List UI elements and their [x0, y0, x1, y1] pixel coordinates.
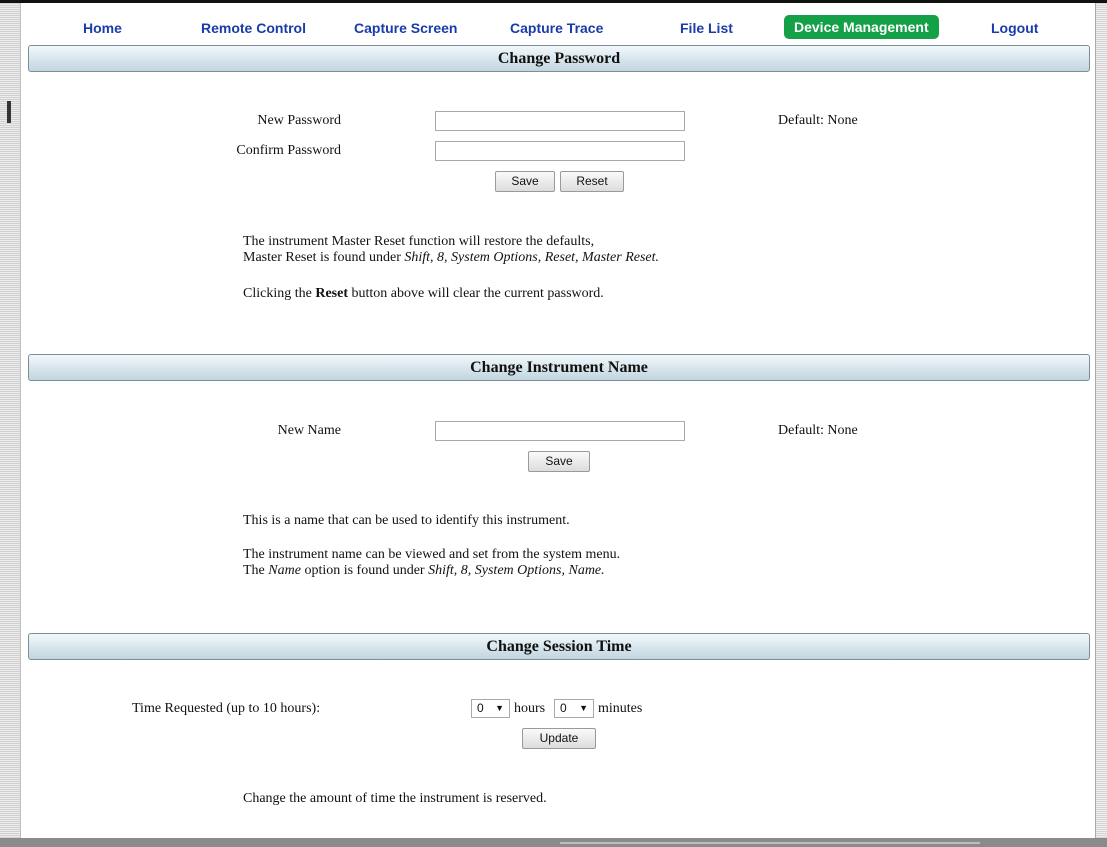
- name-default-text: Default: None: [778, 423, 858, 438]
- session-time-info: Change the amount of time the instrument…: [243, 791, 547, 806]
- new-name-label: New Name: [277, 423, 341, 438]
- update-session-button[interactable]: Update: [522, 728, 596, 749]
- instrument-name-info: The instrument name can be viewed and se…: [243, 547, 620, 579]
- chevron-down-icon: ▼: [495, 703, 504, 713]
- confirm-password-input[interactable]: [435, 141, 685, 161]
- minutes-select[interactable]: 0 ▼: [554, 699, 594, 718]
- hours-select-value: 0: [477, 701, 484, 715]
- master-reset-info-line1: The instrument Master Reset function wil…: [243, 234, 595, 249]
- nav-capture-screen[interactable]: Capture Screen: [354, 16, 457, 40]
- password-reset-button[interactable]: Reset: [560, 171, 624, 192]
- master-reset-prefix: Master Reset is found under: [243, 250, 405, 265]
- change-password-header: Change Password: [28, 45, 1090, 72]
- minutes-select-value: 0: [560, 701, 567, 715]
- reset-button-info: Clicking the Reset button above will cle…: [243, 286, 604, 302]
- nav-home[interactable]: Home: [83, 16, 122, 40]
- name-info-mid: option is found under: [300, 563, 429, 578]
- confirm-password-label: Confirm Password: [236, 143, 341, 158]
- vertical-scrollbar[interactable]: [1095, 3, 1107, 847]
- reset-info-bold: Reset: [315, 286, 348, 301]
- reset-info-prefix: Clicking the: [243, 286, 316, 301]
- hours-unit-label: hours: [514, 701, 546, 716]
- new-password-label: New Password: [257, 113, 341, 128]
- nav-file-list[interactable]: File List: [680, 16, 733, 40]
- name-menu-path: Shift, 8, System Options, Name.: [428, 563, 605, 578]
- reset-info-suffix: button above will clear the current pass…: [347, 286, 604, 301]
- minutes-unit-label: minutes: [598, 701, 643, 716]
- master-reset-menu-path: Shift, 8, System Options, Reset, Master …: [404, 250, 660, 265]
- name-info-prefix: The: [243, 563, 269, 578]
- master-reset-info: The instrument Master Reset function wil…: [243, 234, 659, 266]
- password-default-text: Default: None: [778, 113, 858, 128]
- nav-remote-control[interactable]: Remote Control: [201, 16, 306, 40]
- hours-select[interactable]: 0 ▼: [471, 699, 510, 718]
- instrument-name-info-line1: The instrument name can be viewed and se…: [243, 547, 621, 562]
- frame-notch: [7, 101, 11, 123]
- name-option-word: Name: [268, 563, 301, 578]
- instrument-name-description: This is a name that can be used to ident…: [243, 513, 570, 528]
- new-password-input[interactable]: [435, 111, 685, 131]
- nav-capture-trace[interactable]: Capture Trace: [510, 16, 603, 40]
- horizontal-scrollbar[interactable]: [0, 838, 1107, 847]
- change-session-time-header: Change Session Time: [28, 633, 1090, 660]
- chevron-down-icon: ▼: [579, 703, 588, 713]
- time-requested-label: Time Requested (up to 10 hours):: [132, 701, 321, 716]
- new-name-input[interactable]: [435, 421, 685, 441]
- nav-device-management[interactable]: Device Management: [784, 15, 939, 39]
- instrument-name-info-line2: The Name option is found under Shift, 8,…: [243, 563, 620, 579]
- name-save-button[interactable]: Save: [528, 451, 590, 472]
- top-navigation: Home Remote Control Capture Screen Captu…: [21, 3, 1095, 49]
- nav-logout[interactable]: Logout: [991, 16, 1038, 40]
- left-window-frame: [0, 3, 21, 847]
- scrollbar-thumb[interactable]: [560, 842, 980, 844]
- password-save-button[interactable]: Save: [495, 171, 555, 192]
- master-reset-info-line2: Master Reset is found under Shift, 8, Sy…: [243, 250, 659, 266]
- change-instrument-name-header: Change Instrument Name: [28, 354, 1090, 381]
